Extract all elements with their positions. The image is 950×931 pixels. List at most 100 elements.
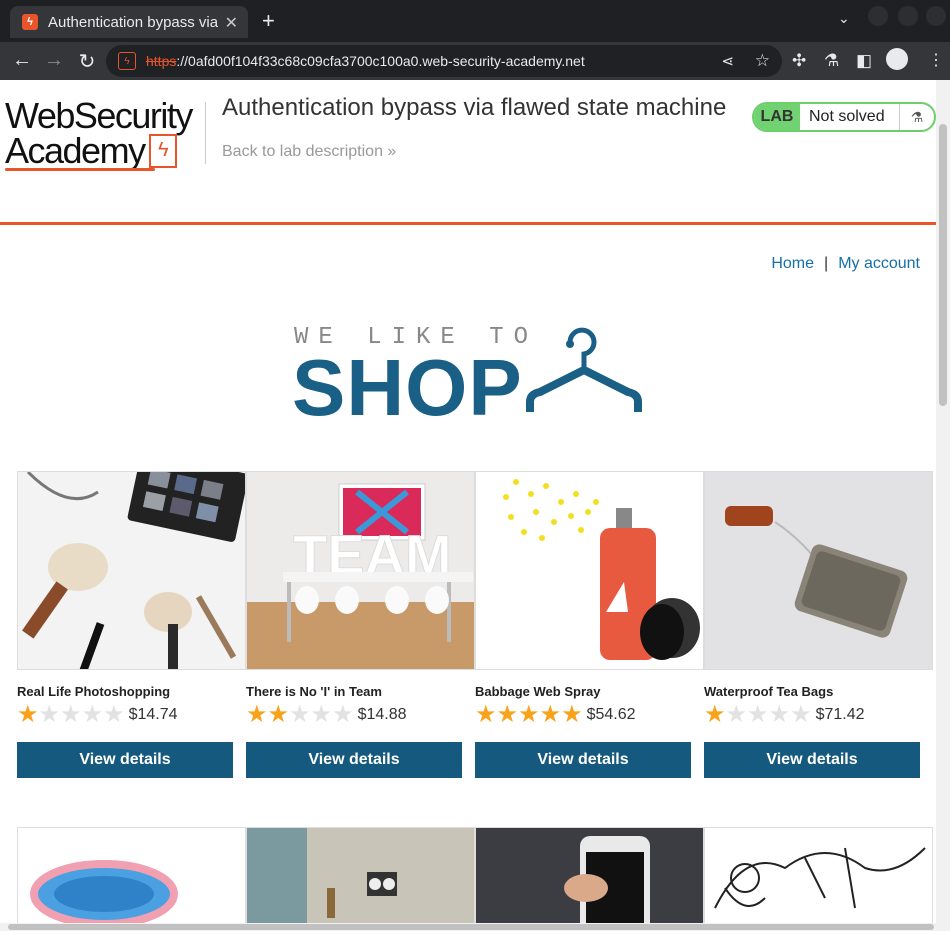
browser-tab-bar: ϟ Authentication bypass via flawed state… (0, 0, 950, 42)
logo-line2-row: Academy ϟ (5, 130, 205, 171)
star-icon: ★ (561, 701, 583, 728)
star-icon: ★ (289, 701, 311, 728)
forward-arrow-icon[interactable]: → (42, 49, 66, 72)
new-tab-icon[interactable]: + (262, 8, 275, 34)
product-image (475, 471, 704, 670)
product-image (17, 827, 246, 923)
home-link[interactable]: Home (771, 255, 814, 272)
browser-toolbar: ← → ↻ ϟ https ://0afd00f104f33c68c09cfa3… (0, 42, 950, 80)
share-icon[interactable]: ⋖ (721, 52, 734, 70)
view-details-button[interactable]: View details (17, 742, 233, 778)
view-details-button[interactable]: View details (704, 742, 920, 778)
product-name: Waterproof Tea Bags (704, 684, 834, 699)
address-bar[interactable]: ϟ https ://0afd00f104f33c68c09cfa3700c10… (106, 45, 782, 77)
product-image (704, 471, 933, 670)
view-details-button[interactable]: View details (246, 742, 462, 778)
star-rating: ★★★★★ (475, 703, 583, 727)
product-image (17, 471, 246, 670)
product-image: TEAM (246, 471, 475, 670)
product-card: Waterproof Tea Bags ★★★★★ $71.42 View de… (704, 471, 933, 778)
star-icon: ★ (496, 701, 519, 728)
logo-line1: WebSecurity (5, 95, 193, 136)
vertical-scrollbar[interactable] (936, 80, 950, 923)
browser-tab[interactable]: ϟ Authentication bypass via flawed state… (10, 6, 248, 38)
product-image (475, 827, 704, 923)
academy-logo[interactable]: WebSecurity Academy ϟ (5, 95, 205, 171)
extensions-puzzle-icon[interactable]: ✣ (792, 51, 806, 71)
product-price: $71.42 (815, 706, 865, 723)
star-icon: ★ (332, 701, 354, 728)
product-card: TEAM There is No 'I' in Team ★★★★★ $14.8… (246, 471, 475, 778)
page-viewport: WebSecurity Academy ϟ Authentication byp… (0, 80, 936, 923)
nav-separator: | (824, 255, 829, 272)
labs-flask-icon[interactable]: ⚗ (824, 51, 839, 71)
product-card: Real Life Photoshopping ★★★★★ $14.74 Vie… (17, 471, 246, 778)
star-icon: ★ (60, 701, 82, 728)
product-image (704, 827, 933, 923)
product-image (246, 827, 475, 923)
product-price: $14.74 (128, 706, 178, 723)
view-details-button[interactable]: View details (475, 742, 691, 778)
close-tab-icon[interactable]: ✕ (225, 13, 238, 33)
header-rule (0, 222, 936, 225)
top-navigation: Home | My account (771, 255, 920, 273)
star-rating: ★★★★★ (246, 703, 354, 727)
flask-icon: ⚗ (899, 104, 934, 130)
hanger-icon (526, 327, 642, 412)
star-icon: ★ (310, 701, 333, 728)
logo-bolt-icon: ϟ (148, 134, 177, 168)
product-rating: ★★★★★ $54.62 (475, 703, 636, 727)
horizontal-scrollbar-thumb[interactable] (8, 924, 934, 930)
star-icon: ★ (747, 701, 769, 728)
close-window-button[interactable] (926, 6, 946, 26)
star-icon: ★ (267, 701, 290, 728)
star-icon: ★ (81, 701, 104, 728)
logo-line2: Academy (5, 130, 146, 171)
lab-title: Authentication bypass via flawed state m… (222, 94, 727, 121)
logo-underline (5, 168, 155, 171)
header-divider (205, 102, 206, 164)
reload-icon[interactable]: ↻ (75, 49, 99, 74)
vertical-scrollbar-thumb[interactable] (939, 124, 947, 406)
product-rating: ★★★★★ $14.74 (17, 703, 178, 727)
star-icon: ★ (768, 701, 791, 728)
profile-avatar-icon[interactable] (886, 48, 908, 70)
product-rating: ★★★★★ $14.88 (246, 703, 407, 727)
minimize-button[interactable] (868, 6, 888, 26)
shop-banner: WE LIKE TO SHOP (292, 324, 652, 428)
product-rating: ★★★★★ $71.42 (704, 703, 865, 727)
star-icon: ★ (475, 701, 497, 728)
star-icon: ★ (518, 701, 540, 728)
star-icon: ★ (246, 701, 268, 728)
horizontal-scrollbar[interactable] (0, 923, 950, 931)
star-rating: ★★★★★ (704, 703, 812, 727)
side-panel-icon[interactable]: ◧ (856, 51, 872, 71)
star-icon: ★ (790, 701, 812, 728)
tab-search-chevron-icon[interactable]: ⌄ (838, 10, 850, 27)
product-name: Real Life Photoshopping (17, 684, 171, 699)
url-host: ://0afd00f104f33c68c09cfa3700c100a0.web-… (176, 53, 585, 69)
maximize-button[interactable] (898, 6, 918, 26)
product-grid-row-2 (17, 827, 936, 923)
product-name: There is No 'I' in Team (246, 684, 382, 699)
site-info-icon[interactable]: ϟ (118, 52, 136, 70)
lab-status-badge: LAB Not solved ⚗ (752, 102, 936, 132)
product-price: $14.88 (357, 706, 407, 723)
product-name: Babbage Web Spray (475, 684, 601, 699)
lab-status: Not solved (809, 108, 885, 125)
lab-label: LAB (754, 104, 800, 130)
back-arrow-icon[interactable]: ← (10, 49, 34, 72)
star-icon: ★ (539, 701, 562, 728)
my-account-link[interactable]: My account (838, 255, 920, 272)
star-icon: ★ (725, 701, 748, 728)
site-favicon-icon: ϟ (22, 14, 38, 30)
browser-menu-icon[interactable]: ⋮ (928, 50, 944, 70)
star-icon: ★ (17, 701, 39, 728)
star-rating: ★★★★★ (17, 703, 125, 727)
banner-title: SHOP (292, 343, 523, 432)
star-icon: ★ (704, 701, 726, 728)
tab-title: Authentication bypass via flawed state m… (48, 13, 218, 31)
bookmark-star-icon[interactable]: ☆ (755, 51, 770, 71)
back-to-lab-description-link[interactable]: Back to lab description » (222, 143, 396, 161)
star-icon: ★ (103, 701, 125, 728)
